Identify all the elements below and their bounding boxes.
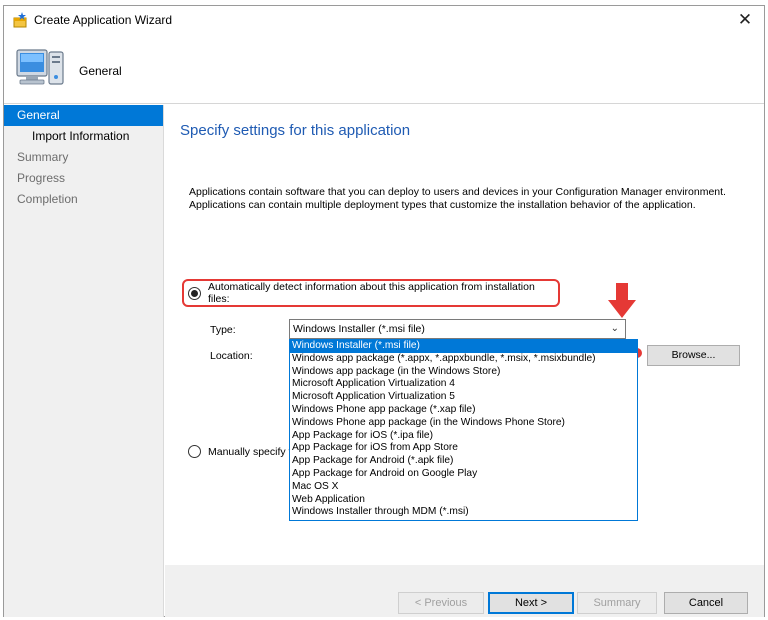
close-icon: ✕ [737,10,753,29]
sidebar-item-completion: Completion [17,192,78,206]
dropdown-option[interactable]: App Package for Android on Google Play [290,468,637,481]
wizard-steps-sidebar: General Import Information Summary Progr… [4,105,164,617]
cancel-button[interactable]: Cancel [664,592,748,614]
dropdown-option[interactable]: Windows app package (in the Windows Stor… [290,366,637,379]
page-title: Specify settings for this application [180,122,411,139]
wizard-star-icon [13,12,27,28]
close-button[interactable]: ✕ [732,8,758,32]
computer-monitor-icon [16,49,64,85]
chevron-down-icon: ⌄ [610,323,619,334]
header-title: General [79,64,122,78]
type-dropdown-list[interactable]: Windows Installer (*.msi file) Windows a… [289,339,638,521]
dropdown-option[interactable]: Windows app package (*.appx, *.appxbundl… [290,353,637,366]
previous-button[interactable]: < Previous [398,592,484,614]
dropdown-option[interactable]: Windows Phone app package (*.xap file) [290,404,637,417]
wizard-footer: < Previous Next > Summary Cancel [165,565,764,617]
type-selected-value: Windows Installer (*.msi file) [293,323,425,335]
red-down-arrow-icon [608,283,636,318]
location-label: Location: [210,350,253,362]
dropdown-option[interactable]: App Package for Android (*.apk file) [290,455,637,468]
auto-detect-label: Automatically detect information about t… [207,281,535,305]
auto-detect-option[interactable]: Automatically detect information about t… [182,279,560,307]
sidebar-item-summary: Summary [17,150,69,164]
title-bar: Create Application Wizard ✕ [4,6,764,34]
wizard-header: General [4,34,764,104]
browse-button[interactable]: Browse... [647,345,740,366]
window-title: Create Application Wizard [34,13,173,27]
dropdown-option[interactable]: App Package for iOS from App Store [290,442,637,455]
dropdown-option[interactable]: Microsoft Application Virtualization 5 [290,391,637,404]
manual-specify-radio[interactable] [188,445,201,458]
page-description: Applications contain software that you c… [189,186,749,212]
dropdown-option[interactable]: Web Application [290,494,637,507]
type-label: Type: [210,324,236,336]
summary-button[interactable]: Summary [577,592,657,614]
next-button[interactable]: Next > [488,592,574,614]
dropdown-option[interactable]: Microsoft Application Virtualization 4 [290,378,637,391]
auto-detect-radio[interactable] [188,286,201,300]
dropdown-option[interactable]: Windows Installer (*.msi file) [290,340,637,353]
description-line: Applications contain software that you c… [189,186,726,198]
sidebar-item-import-information[interactable]: Import Information [4,126,163,147]
dropdown-option[interactable]: Windows Phone app package (in the Window… [290,417,637,430]
manual-specify-label: Manually specify t [208,445,292,458]
dropdown-option[interactable]: Windows Installer through MDM (*.msi) [290,506,637,519]
sidebar-item-progress: Progress [17,171,66,185]
sidebar-item-general[interactable]: General [4,105,163,126]
dropdown-option[interactable]: Mac OS X [290,481,637,494]
dropdown-option[interactable]: App Package for iOS (*.ipa file) [290,430,637,443]
wizard-window: Create Application Wizard ✕ General Gene… [3,5,765,617]
description-line: Applications can contain multiple deploy… [189,199,696,211]
wizard-content: Specify settings for this application Ap… [165,105,764,565]
type-dropdown[interactable]: Windows Installer (*.msi file) ⌄ [289,319,626,339]
manual-specify-option[interactable]: Manually specify t [188,445,291,458]
